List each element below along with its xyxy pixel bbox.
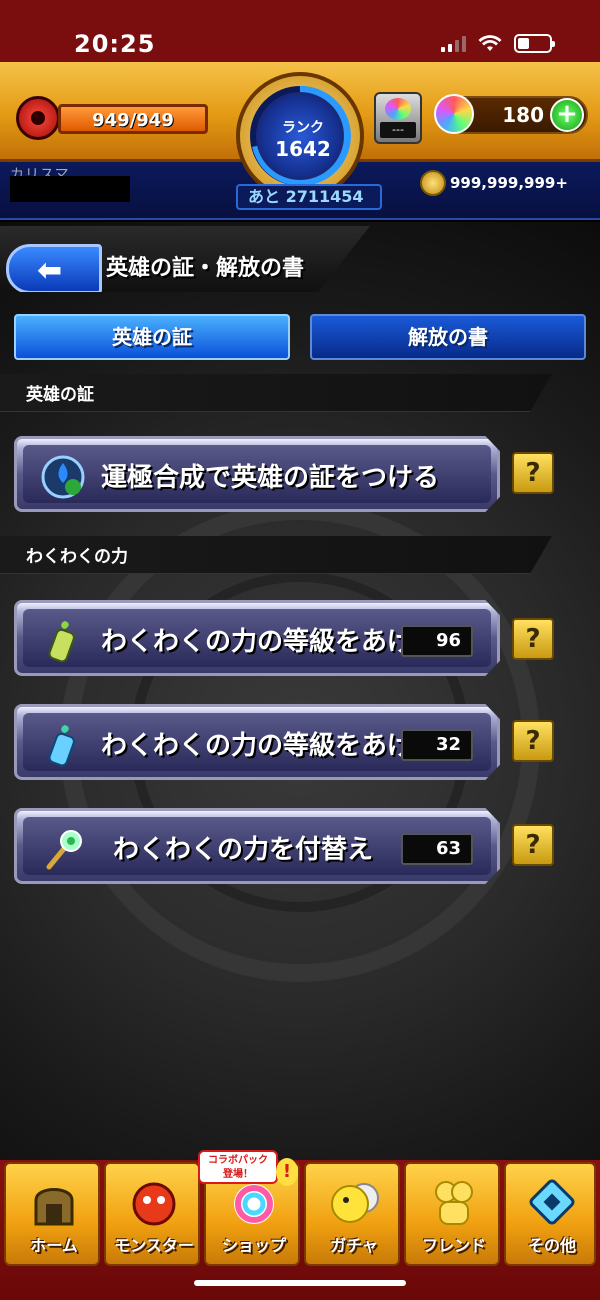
rank-inner: ランク 1642 — [256, 92, 344, 180]
item-count-badge: 63 — [401, 833, 473, 865]
back-button[interactable]: ⬅ — [6, 244, 102, 292]
menu-label: わくわくの力の等級をあげる — [101, 627, 440, 657]
gold-coin-icon — [420, 170, 446, 196]
shop-alert-icon: ! — [276, 1158, 298, 1186]
item-box[interactable]: --- — [374, 92, 422, 144]
help-button-swap-power[interactable]: ? — [512, 824, 554, 866]
friend-icon — [435, 1181, 473, 1225]
exp-remaining: あと 2711454 — [248, 187, 364, 206]
section-header-waku: わくわくの力 — [0, 536, 552, 574]
item-count: --- — [380, 122, 416, 138]
help-button-raise-grade-yellow[interactable]: ? — [512, 618, 554, 660]
monster-icon — [132, 1182, 176, 1226]
battery-icon — [514, 34, 555, 53]
home-indicator[interactable] — [194, 1280, 406, 1286]
add-orb-button[interactable]: + — [550, 98, 584, 132]
nav-other[interactable]: その他 — [504, 1162, 596, 1266]
section-label: わくわくの力 — [26, 547, 128, 567]
home-icon — [34, 1188, 74, 1226]
shop-collab-badge: コラボパック 登場！ — [198, 1150, 278, 1184]
menu-label: わくわくの力の等級をあげる — [101, 731, 440, 761]
menu-button-raise-grade-yellow[interactable]: わくわくの力の等級をあげる 96 — [14, 600, 500, 676]
blue-elixir-icon — [48, 725, 75, 767]
wifi-icon — [478, 34, 502, 51]
nav-label: ホーム — [30, 1236, 78, 1255]
signal-icon — [441, 35, 466, 52]
item-orb-icon — [385, 98, 411, 120]
other-icon — [529, 1179, 575, 1225]
bottom-nav: ホーム モンスター ショップ ガチャ フレンド その他 — [0, 1160, 600, 1300]
gold-amount: 999,999,999+ — [450, 174, 568, 192]
tab-hero-proof[interactable]: 英雄の証 — [14, 314, 290, 360]
hero-proof-icon — [41, 455, 85, 499]
orb-count: 180 — [502, 103, 544, 127]
status-time: 20:25 — [74, 30, 156, 58]
item-count-badge: 96 — [401, 625, 473, 657]
section-header-hero: 英雄の証 — [0, 374, 552, 412]
section-label: 英雄の証 — [26, 385, 94, 405]
nav-home[interactable]: ホーム — [4, 1162, 100, 1266]
menu-button-raise-grade-blue[interactable]: わくわくの力の等級をあげる 32 — [14, 704, 500, 780]
nav-friend[interactable]: フレンド — [404, 1162, 500, 1266]
rank-value: 1642 — [275, 137, 331, 161]
nav-label: フレンド — [421, 1236, 486, 1255]
help-button-hero-proof[interactable]: ? — [512, 452, 554, 494]
wand-icon — [46, 830, 82, 870]
menu-button-attach-hero-proof[interactable]: 運極合成で英雄の証をつける — [14, 436, 500, 512]
menu-label: わくわくの力を付替え — [113, 835, 374, 865]
status-icons — [441, 34, 555, 53]
nav-label: ガチャ — [330, 1236, 378, 1255]
nav-label: その他 — [527, 1236, 576, 1255]
rank-label: ランク — [282, 120, 324, 136]
tab-liberation-book[interactable]: 解放の書 — [310, 314, 586, 360]
gacha-icon — [331, 1183, 379, 1223]
name-redaction — [10, 176, 130, 202]
menu-label: 運極合成で英雄の証をつける — [101, 463, 440, 493]
nav-monster[interactable]: モンスター — [104, 1162, 200, 1266]
title-bar: ⬅ 英雄の証・解放の書 — [0, 226, 370, 292]
nav-label: ショップ — [221, 1236, 286, 1255]
rank-badge[interactable]: ランク 1642 — [236, 72, 364, 200]
help-button-raise-grade-blue[interactable]: ? — [512, 720, 554, 762]
stamina-text: 949/949 — [92, 110, 174, 131]
item-count-badge: 32 — [401, 729, 473, 761]
back-arrow-icon: ⬅ — [37, 253, 63, 288]
main-area: ⬅ 英雄の証・解放の書 英雄の証 解放の書 英雄の証 運極合成で英雄の証をつける… — [0, 222, 600, 1160]
orb-icon — [434, 94, 474, 134]
stamina-icon — [16, 96, 60, 140]
nav-gacha[interactable]: ガチャ — [304, 1162, 400, 1266]
nav-label: モンスター — [114, 1236, 194, 1255]
menu-button-swap-power[interactable]: わくわくの力を付替え 63 — [14, 808, 500, 884]
page-title: 英雄の証・解放の書 — [106, 256, 305, 281]
status-bar: 20:25 — [0, 0, 600, 62]
yellow-elixir-icon — [48, 621, 75, 663]
